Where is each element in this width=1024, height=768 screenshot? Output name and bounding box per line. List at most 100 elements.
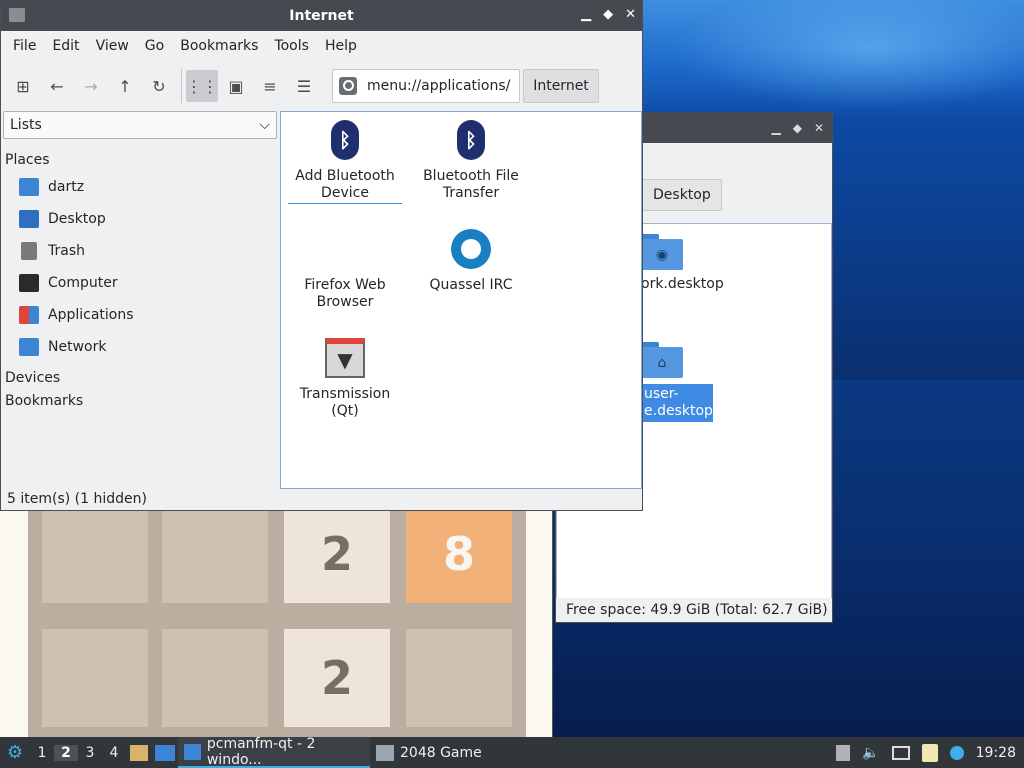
file-label[interactable]: ork.desktop [641, 276, 724, 292]
chevron-down-icon: ⌵ [259, 117, 270, 133]
forward-arrow-icon[interactable]: → [75, 70, 107, 102]
detailed-list-view-icon[interactable]: ☰ [288, 70, 320, 102]
system-tray: 🔈 19:28 [836, 743, 1024, 762]
sidebar-item-label: Trash [48, 243, 85, 259]
sidebar-item-label: Desktop [48, 211, 106, 227]
network-icon[interactable] [891, 745, 910, 760]
icon-view-icon[interactable]: ⋮⋮ [186, 70, 218, 102]
item-label: Quassel IRC [429, 277, 513, 293]
applications-icon [19, 306, 39, 324]
file-label-selected[interactable]: user- e.desktop [641, 384, 713, 422]
file-manager-window[interactable]: Internet ▁ ◆ ✕ File Edit View Go Bookmar… [0, 0, 643, 511]
menu-bookmarks[interactable]: Bookmarks [172, 38, 266, 54]
file-manager-launcher-icon[interactable] [126, 737, 152, 768]
menu-help[interactable]: Help [317, 38, 365, 54]
item-label: Add Bluetooth Device [288, 168, 402, 204]
window-icon [376, 744, 394, 761]
menu-edit[interactable]: Edit [44, 38, 87, 54]
maximize-icon[interactable]: ◆ [793, 121, 802, 135]
side-pane-mode-label: Lists [10, 117, 42, 133]
window-title: Internet [289, 8, 354, 24]
workspace-4[interactable]: 4 [102, 745, 126, 761]
clock[interactable]: 19:28 [976, 745, 1016, 761]
desktop-wallpaper [640, 0, 1024, 120]
show-desktop-icon[interactable] [152, 737, 178, 768]
close-icon[interactable]: ✕ [814, 121, 824, 135]
task-label: 2048 Game [400, 744, 482, 761]
sidebar-item-computer[interactable]: Computer [3, 267, 277, 299]
places-header[interactable]: Places [3, 149, 277, 171]
game-tile: 8 [406, 505, 512, 603]
sidebar-item-dartz[interactable]: dartz [3, 171, 277, 203]
item-label: Transmission (Qt) [299, 386, 391, 419]
task-pcmanfm[interactable]: pcmanfm-qt - 2 windo... [178, 735, 370, 768]
sidebar-item-label: Applications [48, 307, 134, 323]
up-arrow-icon[interactable]: ↑ [109, 70, 141, 102]
sidebar-item-label: dartz [48, 179, 85, 195]
computer-icon [19, 274, 39, 292]
workspace-1[interactable]: 1 [30, 745, 54, 761]
status-bar: Free space: 49.9 GiB (Total: 62.7 GiB) [556, 598, 832, 622]
firefox-icon [325, 229, 365, 269]
desktop-icon [19, 210, 39, 228]
task-label: pcmanfm-qt - 2 windo... [206, 735, 316, 768]
notes-icon[interactable] [921, 743, 938, 762]
minimize-icon[interactable]: ▁ [771, 121, 780, 135]
game-tile: 2 [284, 629, 390, 727]
workspace-2[interactable]: 2 [54, 744, 78, 761]
side-pane-mode-select[interactable]: Lists ⌵ [3, 111, 277, 139]
sidebar-item-applications[interactable]: Applications [3, 299, 277, 331]
back-arrow-icon[interactable]: ← [41, 70, 73, 102]
crumb-desktop[interactable]: Desktop [642, 179, 722, 211]
clipboard-icon[interactable] [836, 744, 851, 761]
taskbar: ⚙ 1 2 3 4 pcmanfm-qt - 2 windo... 2048 G… [0, 735, 1024, 768]
reload-icon[interactable]: ↻ [143, 70, 175, 102]
menu-view[interactable]: View [88, 38, 137, 54]
title-bar[interactable]: Internet ▁ ◆ ✕ [1, 1, 642, 31]
network-folder-icon [19, 338, 39, 356]
menu-file[interactable]: File [5, 38, 44, 54]
game-2048-window[interactable]: 2 8 2 [0, 505, 553, 737]
devices-header[interactable]: Devices [3, 367, 277, 389]
bookmarks-header[interactable]: Bookmarks [3, 390, 277, 412]
new-window-icon[interactable]: ⊞ [7, 70, 39, 102]
file-view[interactable]: ᛒ Add Bluetooth Device ᛒ Bluetooth File … [280, 111, 642, 489]
compact-view-icon[interactable]: ≡ [254, 70, 286, 102]
volume-icon[interactable]: 🔈 [862, 745, 879, 761]
network-folder-icon[interactable]: ◉ [641, 234, 683, 270]
location-bar[interactable]: menu://applications/ [332, 69, 520, 103]
close-icon[interactable]: ✕ [625, 7, 636, 22]
location-text: menu://applications/ [367, 78, 511, 94]
maximize-icon[interactable]: ◆ [603, 7, 613, 22]
trash-icon [21, 242, 37, 260]
transmission-icon: ▼ [325, 338, 365, 378]
minimize-icon[interactable]: ▁ [581, 7, 591, 22]
toolbar: ⊞ ← → ↑ ↻ ⋮⋮ ▣ ≡ ☰ menu://applications/ … [1, 61, 642, 111]
menu-bar: File Edit View Go Bookmarks Tools Help [1, 31, 642, 61]
app-item-bluetooth-file-transfer[interactable]: ᛒ Bluetooth File Transfer [416, 120, 526, 202]
sidebar-item-desktop[interactable]: Desktop [3, 203, 277, 235]
item-label: Firefox Web Browser [304, 277, 386, 310]
workspace-3[interactable]: 3 [78, 745, 102, 761]
app-item-firefox[interactable]: Firefox Web Browser [290, 229, 400, 311]
task-2048-game[interactable]: 2048 Game [370, 737, 488, 768]
game-tile [162, 505, 268, 603]
home-folder-icon[interactable]: ⌂ [641, 342, 683, 378]
home-folder-icon [19, 178, 39, 196]
sidebar-item-network[interactable]: Network [3, 331, 277, 363]
toolbar-separator [181, 69, 182, 103]
game-board: 2 8 2 [28, 505, 526, 737]
app-item-transmission[interactable]: ▼ Transmission (Qt) [290, 338, 400, 420]
start-menu-icon[interactable]: ⚙ [0, 737, 30, 768]
folder-icon [184, 743, 201, 760]
menu-tools[interactable]: Tools [266, 38, 317, 54]
quassel-icon [451, 229, 491, 269]
update-notifier-icon[interactable] [949, 745, 964, 760]
crumb-internet[interactable]: Internet [523, 69, 599, 103]
thumbnail-view-icon[interactable]: ▣ [220, 70, 252, 102]
sidebar-item-trash[interactable]: Trash [3, 235, 277, 267]
menu-go[interactable]: Go [137, 38, 172, 54]
game-tile [42, 505, 148, 603]
app-item-add-bluetooth-device[interactable]: ᛒ Add Bluetooth Device [288, 120, 402, 204]
app-item-quassel-irc[interactable]: Quassel IRC [416, 229, 526, 294]
